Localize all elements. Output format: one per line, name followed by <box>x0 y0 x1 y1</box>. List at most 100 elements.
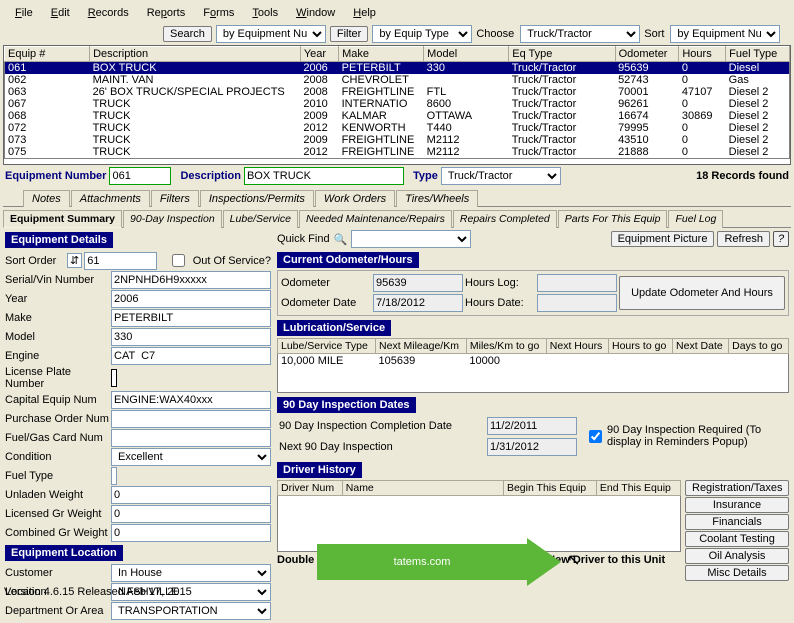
update-odometer-button[interactable]: Update Odometer And Hours <box>619 276 785 310</box>
year-field[interactable] <box>111 290 271 308</box>
driver-history-table[interactable]: Driver NumName Begin This EquipEnd This … <box>277 480 681 552</box>
serial-field[interactable] <box>111 271 271 289</box>
menu-help[interactable]: Help <box>345 5 384 21</box>
tab-fuellog[interactable]: Fuel Log <box>668 210 723 228</box>
col-description[interactable]: Description <box>90 47 301 62</box>
col-make[interactable]: Make <box>339 47 424 62</box>
tab-filters[interactable]: Filters <box>151 190 199 207</box>
lube-table[interactable]: Lube/Service TypeNext Mileage/KmMiles/Km… <box>277 338 789 393</box>
tab-lube[interactable]: Lube/Service <box>223 210 298 228</box>
fuelcard-label: Fuel/Gas Card Num <box>5 432 111 444</box>
tab-needed-maint[interactable]: Needed Maintenance/Repairs <box>299 210 452 228</box>
col-eqtype[interactable]: Eq Type <box>509 47 615 62</box>
sort-order-field[interactable] <box>84 252 157 270</box>
registration-taxes-button[interactable]: Registration/Taxes <box>685 480 789 496</box>
tab-workorders[interactable]: Work Orders <box>315 190 395 207</box>
po-field[interactable] <box>111 410 271 428</box>
customer-select[interactable]: In House <box>111 564 271 582</box>
odate-label: Odometer Date <box>281 297 371 309</box>
filter-by-select[interactable]: by Equip Type <box>372 25 472 43</box>
oil-analysis-button[interactable]: Oil Analysis <box>685 548 789 564</box>
tab-parts[interactable]: Parts For This Equip <box>558 210 668 228</box>
lube-row[interactable]: 10,000 MILE10563910000 <box>278 354 789 369</box>
condition-label: Condition <box>5 451 111 463</box>
year-label: Year <box>5 293 111 305</box>
insp-next-field <box>487 438 577 456</box>
refresh-button[interactable]: Refresh <box>717 231 770 247</box>
table-row[interactable]: 06326' BOX TRUCK/SPECIAL PROJECTS2008FRE… <box>5 86 790 98</box>
tab-90day[interactable]: 90-Day Inspection <box>123 210 222 228</box>
fueltype-select[interactable]: Diesel <box>111 467 117 485</box>
table-row[interactable]: 072TRUCK2012KENWORTHT440Truck/Tractor799… <box>5 122 790 134</box>
insp-next-label: Next 90 Day Inspection <box>279 441 479 453</box>
engine-field[interactable] <box>111 347 271 365</box>
odometer-header: Current Odometer/Hours <box>277 252 419 268</box>
quickfind-select[interactable] <box>351 230 471 248</box>
col-model[interactable]: Model <box>424 47 509 62</box>
eqnum-field[interactable] <box>109 167 171 185</box>
sort-order-stepper[interactable]: ⇵ <box>67 253 82 268</box>
financials-button[interactable]: Financials <box>685 514 789 530</box>
tab-attachments[interactable]: Attachments <box>71 190 150 207</box>
quickfind-label: Quick Find <box>277 233 330 245</box>
tab-inspections[interactable]: Inspections/Permits <box>200 190 314 207</box>
type-select[interactable]: Truck/Tractor <box>441 167 561 185</box>
choose-select[interactable]: Truck/Tractor <box>520 25 640 43</box>
menubar: File Edit Records Reports Forms Tools Wi… <box>3 3 791 23</box>
table-row[interactable]: 068TRUCK2009KALMAROTTAWATruck/Tractor166… <box>5 110 790 122</box>
insurance-button[interactable]: Insurance <box>685 497 789 513</box>
tab-equipment-summary[interactable]: Equipment Summary <box>3 210 122 228</box>
tab-tires[interactable]: Tires/Wheels <box>396 190 478 207</box>
menu-edit[interactable]: Edit <box>43 5 78 21</box>
search-button[interactable]: Search <box>163 26 212 42</box>
capeq-field[interactable] <box>111 391 271 409</box>
out-of-service-checkbox[interactable] <box>169 254 188 267</box>
driver-hint: Double Click Driver History List To Edit… <box>277 554 681 566</box>
misc-details-button[interactable]: Misc Details <box>685 565 789 581</box>
dept-label: Department Or Area <box>5 605 111 617</box>
plate-field[interactable] <box>111 369 117 387</box>
table-row[interactable]: 073TRUCK2009FREIGHTLINEM2112Truck/Tracto… <box>5 134 790 146</box>
col-year[interactable]: Year <box>300 47 338 62</box>
col-hours[interactable]: Hours <box>679 47 726 62</box>
model-field[interactable] <box>111 328 271 346</box>
filter-button[interactable]: Filter <box>330 26 368 42</box>
col-equipnum[interactable]: Equip # <box>5 47 90 62</box>
table-row[interactable]: 061BOX TRUCK2006PETERBILT330Truck/Tracto… <box>5 62 790 75</box>
licgr-field[interactable] <box>111 505 271 523</box>
menu-tools[interactable]: Tools <box>244 5 286 21</box>
col-fueltype[interactable]: Fuel Type <box>726 47 790 62</box>
table-row[interactable]: 062MAINT. VAN2008CHEVROLETTruck/Tractor5… <box>5 74 790 86</box>
combgr-field[interactable] <box>111 524 271 542</box>
tab-repairs-completed[interactable]: Repairs Completed <box>453 210 557 228</box>
combgr-label: Combined Gr Weight <box>5 527 111 539</box>
tab-notes[interactable]: Notes <box>23 190 70 207</box>
equipment-location-header: Equipment Location <box>5 545 123 561</box>
table-row[interactable]: 075TRUCK2012FREIGHTLINEM2112Truck/Tracto… <box>5 146 790 159</box>
make-field[interactable] <box>111 309 271 327</box>
menu-file[interactable]: File <box>7 5 41 21</box>
odo-label: Odometer <box>281 277 371 289</box>
menu-reports[interactable]: Reports <box>139 5 194 21</box>
condition-select[interactable]: Excellent <box>111 448 271 466</box>
help-icon[interactable]: ? <box>773 231 789 247</box>
equipment-grid[interactable]: Equip # Description Year Make Model Eq T… <box>4 46 790 159</box>
desc-field[interactable] <box>244 167 404 185</box>
menu-records[interactable]: Records <box>80 5 137 21</box>
sub-tabs: Equipment Summary 90-Day Inspection Lube… <box>3 209 791 228</box>
unladen-field[interactable] <box>111 486 271 504</box>
coolant-testing-button[interactable]: Coolant Testing <box>685 531 789 547</box>
choose-label: Choose <box>476 28 516 40</box>
col-odometer[interactable]: Odometer <box>615 47 679 62</box>
fuelcard-field[interactable] <box>111 429 271 447</box>
table-row[interactable]: 067TRUCK2010INTERNATIO8600Truck/Tractor9… <box>5 98 790 110</box>
equipment-picture-button[interactable]: Equipment Picture <box>611 231 715 247</box>
insp-required-checkbox[interactable] <box>589 430 602 443</box>
menu-window[interactable]: Window <box>288 5 343 21</box>
sort-by-select[interactable]: by Equipment Num <box>670 25 780 43</box>
menu-forms[interactable]: Forms <box>195 5 242 21</box>
dept-select[interactable]: TRANSPORTATION <box>111 602 271 620</box>
unladen-label: Unladen Weight <box>5 489 111 501</box>
search-by-select[interactable]: by Equipment Num <box>216 25 326 43</box>
model-label: Model <box>5 331 111 343</box>
